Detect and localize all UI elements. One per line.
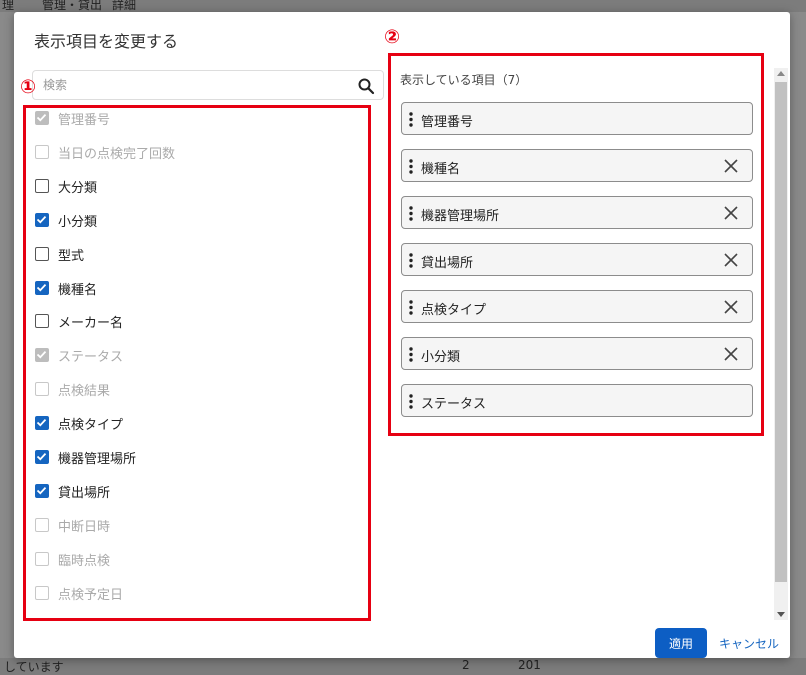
- column-checkbox-label: 点検タイプ: [58, 418, 124, 434]
- checkbox-checked-icon[interactable]: [35, 450, 49, 464]
- drag-handle-icon[interactable]: [409, 300, 413, 315]
- checkbox-checked-icon: [35, 111, 49, 125]
- selected-column-chip[interactable]: ステータス: [401, 384, 753, 417]
- scroll-down-icon[interactable]: [777, 612, 785, 617]
- selected-column-chip[interactable]: 点検タイプ: [401, 290, 753, 323]
- drag-handle-icon[interactable]: [409, 112, 413, 127]
- cancel-button[interactable]: キャンセル: [714, 628, 784, 658]
- backdrop-header: 理 管理・貸出 詳細: [0, 0, 806, 12]
- checkbox-checked-icon[interactable]: [35, 280, 49, 295]
- column-checkbox-label: メーカー名: [58, 316, 124, 332]
- column-checkbox-label: 型式: [58, 248, 85, 264]
- close-icon[interactable]: [724, 253, 738, 267]
- selected-column-label: ステータス: [421, 397, 487, 412]
- column-checkbox-row: 点検予定日: [32, 581, 362, 605]
- checkbox-unchecked-icon: [35, 144, 49, 159]
- highlight-badge-2: ②: [384, 26, 401, 48]
- column-checkbox-label: ステータス: [58, 350, 124, 366]
- column-checkbox-label: 当日の点検完了回数: [58, 146, 176, 162]
- checkbox-unchecked-icon: [35, 585, 49, 600]
- backdrop-text: しています: [4, 660, 64, 674]
- drag-handle-icon[interactable]: [409, 253, 413, 268]
- highlight-badge-1: ①: [20, 76, 37, 98]
- column-checkbox-label: 管理番号: [58, 113, 111, 128]
- column-checkbox-row[interactable]: 点検タイプ: [32, 411, 362, 435]
- column-checkbox-row: 管理番号: [32, 106, 362, 130]
- column-checkbox-label: 点検結果: [58, 384, 111, 400]
- column-checkbox-row[interactable]: 小分類: [32, 208, 362, 232]
- scrollbar-thumb[interactable]: [775, 82, 787, 582]
- selected-columns-title: 表示している項目（7）: [400, 73, 528, 87]
- column-checkbox-label: 機器管理場所: [58, 452, 137, 467]
- checkbox-checked-icon[interactable]: [35, 416, 49, 431]
- column-checkbox-row: ステータス: [32, 343, 362, 367]
- column-checkbox-row[interactable]: 型式: [32, 242, 362, 266]
- selected-column-label: 小分類: [421, 350, 461, 365]
- backdrop-text: 理: [2, 0, 15, 12]
- close-icon[interactable]: [724, 206, 738, 220]
- column-checkbox-label: 中断日時: [58, 519, 111, 535]
- checkbox-checked-icon[interactable]: [35, 212, 49, 227]
- checkbox-checked-icon: [35, 348, 49, 363]
- scroll-up-icon[interactable]: [777, 71, 785, 76]
- dialog-title: 表示項目を変更する: [34, 32, 179, 51]
- column-checkbox-row: 点検結果: [32, 377, 362, 401]
- selected-column-label: 点検タイプ: [421, 303, 487, 318]
- column-checkbox-row: 中断日時: [32, 513, 362, 537]
- selected-column-chip[interactable]: 機種名: [401, 149, 753, 182]
- column-checkbox-label: 臨時点検: [58, 553, 111, 569]
- selected-column-label: 貸出場所: [421, 256, 474, 271]
- checkbox-unchecked-icon: [35, 517, 49, 532]
- selected-column-chip[interactable]: 管理番号: [401, 102, 753, 135]
- selected-column-chip[interactable]: 小分類: [401, 337, 753, 370]
- close-icon[interactable]: [724, 347, 738, 361]
- column-settings-dialog: 表示項目を変更する 管理番号当日の点検完了回数大分類小分類型式機種名メーカー名ス…: [14, 12, 790, 658]
- column-checkbox-label: 大分類: [58, 180, 98, 196]
- column-checkbox-label: 機種名: [58, 282, 98, 298]
- column-checkbox-label: 小分類: [58, 214, 98, 230]
- column-checkbox-row[interactable]: メーカー名: [32, 309, 362, 333]
- drag-handle-icon[interactable]: [409, 206, 413, 221]
- search-icon[interactable]: [357, 77, 375, 95]
- selected-column-chip[interactable]: 機器管理場所: [401, 196, 753, 229]
- column-checkbox-row: 当日の点検完了回数: [32, 140, 362, 164]
- selected-column-label: 機器管理場所: [421, 209, 500, 224]
- column-checkbox-label: 点検予定日: [58, 587, 124, 603]
- drag-handle-icon[interactable]: [409, 347, 413, 362]
- selected-column-label: 機種名: [421, 162, 461, 177]
- column-checkbox-label: 貸出場所: [58, 485, 111, 501]
- column-checkbox-list: 管理番号当日の点検完了回数 大分類小分類型式機種名メーカー名ステータス点検結果点検…: [32, 104, 372, 612]
- backdrop-text: 管理・貸出: [42, 0, 103, 12]
- backdrop-text: 2: [462, 658, 470, 672]
- checkbox-unchecked-icon: [35, 382, 49, 397]
- search-box: [32, 70, 384, 100]
- close-icon[interactable]: [724, 159, 738, 173]
- drag-handle-icon[interactable]: [409, 159, 413, 174]
- checkbox-unchecked-icon[interactable]: [35, 246, 49, 261]
- backdrop-footer: しています 2 201: [0, 658, 806, 675]
- backdrop-text: 201: [518, 658, 541, 672]
- search-input[interactable]: [43, 76, 343, 94]
- selected-column-chip[interactable]: 貸出場所: [401, 243, 753, 276]
- checkbox-unchecked-icon[interactable]: [35, 314, 49, 329]
- column-checkbox-row: 臨時点検: [32, 547, 362, 571]
- column-checkbox-row[interactable]: 大分類: [32, 174, 362, 198]
- close-icon[interactable]: [724, 300, 738, 314]
- checkbox-unchecked-icon: [35, 551, 49, 566]
- dialog-scrollbar[interactable]: [774, 68, 788, 620]
- checkbox-unchecked-icon[interactable]: [35, 178, 49, 193]
- backdrop-text: 詳細: [112, 0, 137, 12]
- drag-handle-icon[interactable]: [409, 394, 413, 409]
- column-checkbox-row[interactable]: 機器管理場所: [32, 445, 362, 469]
- column-checkbox-row[interactable]: 機種名: [32, 276, 362, 300]
- apply-button[interactable]: 適用: [655, 628, 707, 658]
- selected-column-label: 管理番号: [421, 115, 474, 130]
- checkbox-checked-icon[interactable]: [35, 483, 49, 498]
- column-checkbox-row[interactable]: 貸出場所: [32, 479, 362, 503]
